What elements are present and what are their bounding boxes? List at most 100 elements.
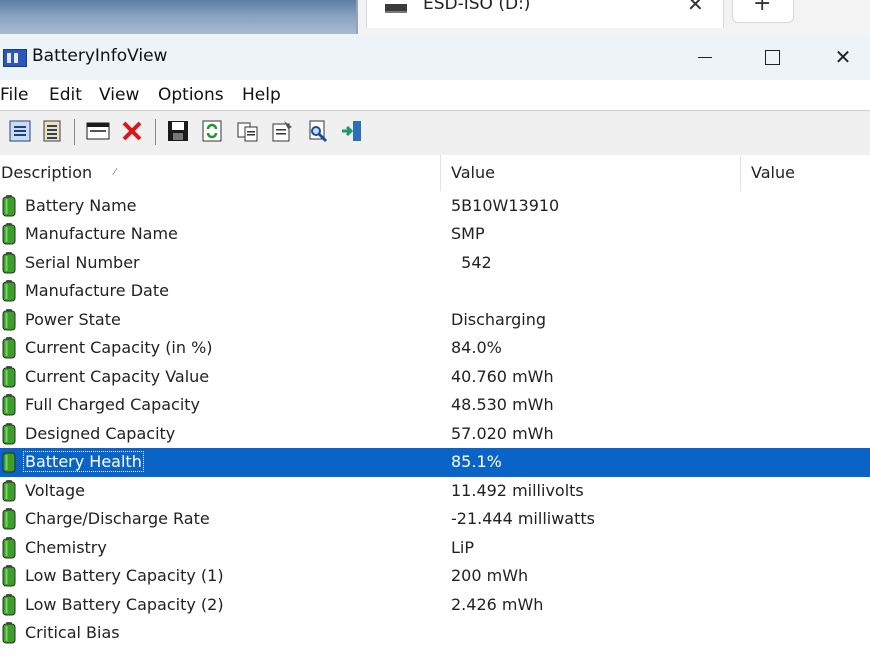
list-row[interactable]: Designed Capacity 57.020 mWh xyxy=(0,420,870,449)
row-value: 5B10W13910 xyxy=(451,195,560,215)
explorer-tab[interactable]: ESD-ISO (D:) ✕ xyxy=(366,0,724,28)
maximize-icon xyxy=(764,49,780,65)
row-description: Charge/Discharge Rate xyxy=(25,509,210,528)
battery-icon xyxy=(2,508,16,530)
list-row[interactable]: Manufacture Name SMP xyxy=(0,220,870,249)
battery-icon xyxy=(2,479,16,502)
menu-options[interactable]: Options xyxy=(158,85,224,105)
battery-icon xyxy=(2,565,16,587)
window-icon[interactable] xyxy=(86,119,110,143)
menu-view[interactable]: View xyxy=(99,85,139,105)
refresh-icon[interactable] xyxy=(200,119,224,143)
row-description: Manufacture Date xyxy=(25,281,169,300)
battery-icon xyxy=(2,451,16,473)
row-description: Manufacture Name xyxy=(25,224,178,243)
list-row[interactable]: Power State Discharging xyxy=(0,306,870,335)
list-row[interactable]: Full Charged Capacity 48.530 mWh xyxy=(0,391,870,420)
battery-icon xyxy=(2,365,16,388)
row-description: Serial Number xyxy=(25,252,140,272)
find-icon[interactable] xyxy=(306,119,330,143)
row-description: Power State xyxy=(25,309,121,329)
window-edge xyxy=(356,0,358,34)
toolbar-separator xyxy=(74,119,75,145)
row-description: Battery Name xyxy=(25,195,137,215)
close-icon: ✕ xyxy=(834,45,852,69)
column-divider[interactable] xyxy=(740,155,741,191)
battery-icon xyxy=(2,223,16,245)
column-header-description[interactable]: Description xyxy=(1,163,92,182)
row-description: Chemistry xyxy=(25,537,107,557)
minimize-icon xyxy=(698,56,712,58)
row-value: 200 mWh xyxy=(451,566,529,585)
tab-title: ESD-ISO (D:) xyxy=(423,0,531,14)
row-description: Full Charged Capacity xyxy=(25,395,201,414)
list-row[interactable]: Charge/Discharge Rate -21.444 milliwatts xyxy=(0,505,870,534)
row-description: Voltage xyxy=(25,480,86,500)
column-divider[interactable] xyxy=(440,155,441,191)
battery-icon xyxy=(2,337,16,359)
row-value: LiP xyxy=(451,537,475,557)
list-row[interactable]: Low Battery Capacity (1) 200 mWh xyxy=(0,562,870,591)
row-value: Discharging xyxy=(451,309,547,329)
battery-icon xyxy=(2,394,16,416)
row-description: Low Battery Capacity (2) xyxy=(25,594,224,614)
row-value: 11.492 millivolts xyxy=(451,480,584,500)
row-description: Critical Bias xyxy=(25,623,120,642)
tab-close-icon[interactable]: ✕ xyxy=(687,0,704,16)
window-title: BatteryInfoView xyxy=(32,46,168,66)
list-row[interactable]: Battery Name 5B10W13910 xyxy=(0,192,870,221)
desktop-wallpaper xyxy=(0,0,356,34)
plus-icon: + xyxy=(753,0,772,16)
battery-icon xyxy=(2,194,16,217)
minimize-button[interactable] xyxy=(670,34,740,80)
menu-edit[interactable]: Edit xyxy=(49,85,82,105)
title-bar: BatteryInfoView ✕ xyxy=(0,34,870,80)
list-row[interactable]: Critical Bias xyxy=(0,619,870,648)
menu-bar: File Edit View Options Help xyxy=(0,80,870,110)
row-value: 84.0% xyxy=(451,338,502,357)
close-button[interactable]: ✕ xyxy=(808,34,870,80)
list-row[interactable]: Manufacture Date xyxy=(0,277,870,306)
row-value: SMP xyxy=(451,224,485,243)
toolbar-separator xyxy=(155,119,156,145)
list-row[interactable]: Low Battery Capacity (2) 2.426 mWh xyxy=(0,591,870,620)
exit-icon[interactable] xyxy=(340,119,364,143)
row-description: Low Battery Capacity (1) xyxy=(25,566,224,585)
list-row[interactable]: Current Capacity (in %) 84.0% xyxy=(0,334,870,363)
battery-app-icon xyxy=(3,49,27,67)
menu-help[interactable]: Help xyxy=(242,85,281,105)
battery-icon xyxy=(2,536,16,559)
menu-file[interactable]: File xyxy=(0,85,28,105)
properties-icon[interactable] xyxy=(270,119,294,143)
new-tab-button[interactable]: + xyxy=(732,0,794,23)
battery-icon xyxy=(2,251,16,274)
list-row[interactable]: Current Capacity Value 40.760 mWh xyxy=(0,363,870,392)
list-row[interactable]: Serial Number 542 xyxy=(0,249,870,278)
battery-info-list: Battery Name 5B10W13910 Manufacture Name SM… xyxy=(0,191,870,655)
html-report-icon[interactable] xyxy=(8,119,32,143)
row-description: Current Capacity Value xyxy=(25,366,210,386)
list-row[interactable]: Battery Health 85.1% xyxy=(0,448,870,477)
properties-list-icon[interactable] xyxy=(40,119,64,143)
maximize-button[interactable] xyxy=(737,34,807,80)
battery-icon xyxy=(2,422,16,445)
column-header-value[interactable]: Value xyxy=(451,163,495,182)
background-taskbar-strip: ESD-ISO (D:) ✕ + xyxy=(0,0,870,34)
copy-icon[interactable] xyxy=(236,119,260,143)
row-value: 542 xyxy=(451,252,492,272)
list-row[interactable]: Chemistry LiP xyxy=(0,534,870,563)
save-icon[interactable] xyxy=(166,119,190,143)
battery-icon xyxy=(2,622,16,644)
list-row[interactable]: Voltage 11.492 millivolts xyxy=(0,477,870,506)
row-description: Current Capacity (in %) xyxy=(25,338,213,357)
row-description: Battery Health xyxy=(23,451,144,472)
row-description: Designed Capacity xyxy=(25,423,176,443)
battery-icon xyxy=(2,593,16,616)
battery-icon xyxy=(2,308,16,331)
delete-icon[interactable] xyxy=(120,119,144,143)
row-value: -21.444 milliwatts xyxy=(451,509,595,528)
column-header-value-2[interactable]: Value xyxy=(751,163,795,182)
toolbar xyxy=(0,110,870,156)
sort-indicator-icon: ⁄ xyxy=(114,167,116,178)
row-value: 40.760 mWh xyxy=(451,366,554,386)
